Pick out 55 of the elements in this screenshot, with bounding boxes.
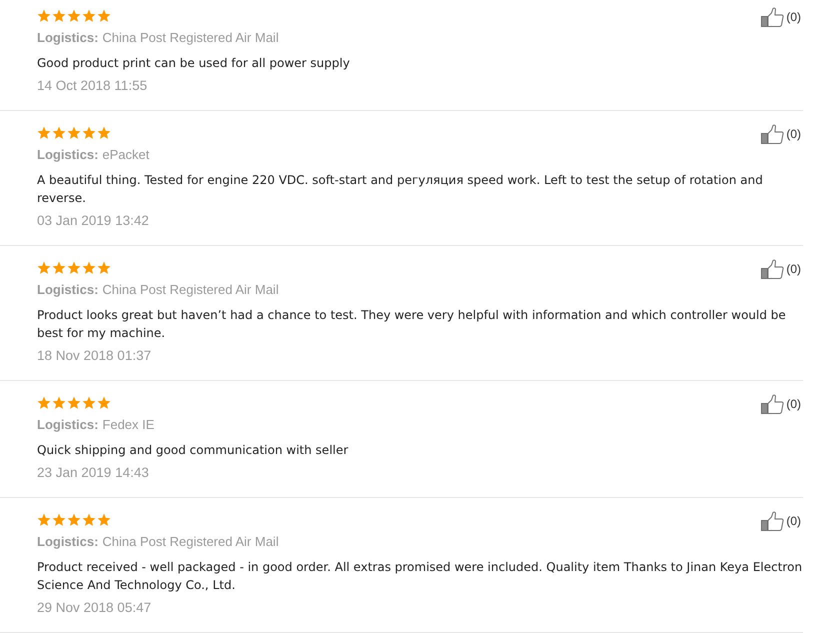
review-date: 29 Nov 2018 05:47 [37,599,152,617]
logistics-label: Logistics: [37,281,98,299]
helpful-button[interactable]: (0) [761,259,801,279]
star-icon [67,9,81,23]
star-icon [97,9,111,23]
logistics-label: Logistics: [37,533,98,551]
logistics-method: China Post Registered Air Mail [102,29,279,47]
thumbs-up-icon [761,511,784,531]
star-icon [82,396,96,410]
logistics-method: ePacket [102,146,150,164]
star-icon [52,396,66,410]
thumbs-up-icon [761,124,784,144]
thumbs-up-icon [761,259,784,279]
review-text: Good product print can be used for all power supply [37,55,351,72]
star-icon [67,261,81,275]
star-icon [37,396,51,410]
star-icon [37,261,51,275]
star-icon [97,126,111,140]
logistics-method: China Post Registered Air Mail [102,533,279,551]
star-icon [97,261,111,275]
star-icon [52,9,66,23]
star-icon [97,513,111,527]
thumbs-up-icon [761,7,784,27]
star-icon [37,9,51,23]
star-icon [37,126,51,140]
review-date: 18 Nov 2018 01:37 [37,347,152,365]
review-date: 03 Jan 2019 13:42 [37,212,150,230]
star-icon [82,261,96,275]
review-date: 23 Jan 2019 14:43 [37,464,150,482]
star-icon [52,126,66,140]
star-icon [52,513,66,527]
helpful-button[interactable]: (0) [761,394,801,414]
helpful-button[interactable]: (0) [761,124,801,144]
star-icon [97,396,111,410]
star-icon [67,513,81,527]
star-icon [82,126,96,140]
review-text: Product received - well packaged - in good order. All extras promised were included. Quality item Thanks to Jinan Keya Electron Science And Technology Co., Ltd. [37,559,804,594]
star-icon [67,396,81,410]
helpful-button[interactable]: (0) [761,511,801,531]
logistics-method: China Post Registered Air Mail [102,281,279,299]
logistics-label: Logistics: [37,146,98,164]
review-text: Quick shipping and good communication with seller [37,442,350,459]
thumbs-up-icon [761,394,784,414]
star-icon [67,126,81,140]
logistics-method: Fedex IE [102,416,154,434]
star-icon [82,9,96,23]
star-icon [82,513,96,527]
logistics-label: Logistics: [37,416,98,434]
review-date: 14 Oct 2018 11:55 [37,77,148,95]
helpful-button[interactable]: (0) [761,7,801,27]
logistics-label: Logistics: [37,29,98,47]
review-text: A beautiful thing. Tested for engine 220 VDC. soft-start and регуляция speed work. Left to test the setup of rotation and reverse. [37,172,764,207]
star-icon [52,261,66,275]
star-icon [37,513,51,527]
review-text: Product looks great but haven’t had a chance to test. They were very helpful with information and which controller would be best for my machine. [37,307,787,342]
